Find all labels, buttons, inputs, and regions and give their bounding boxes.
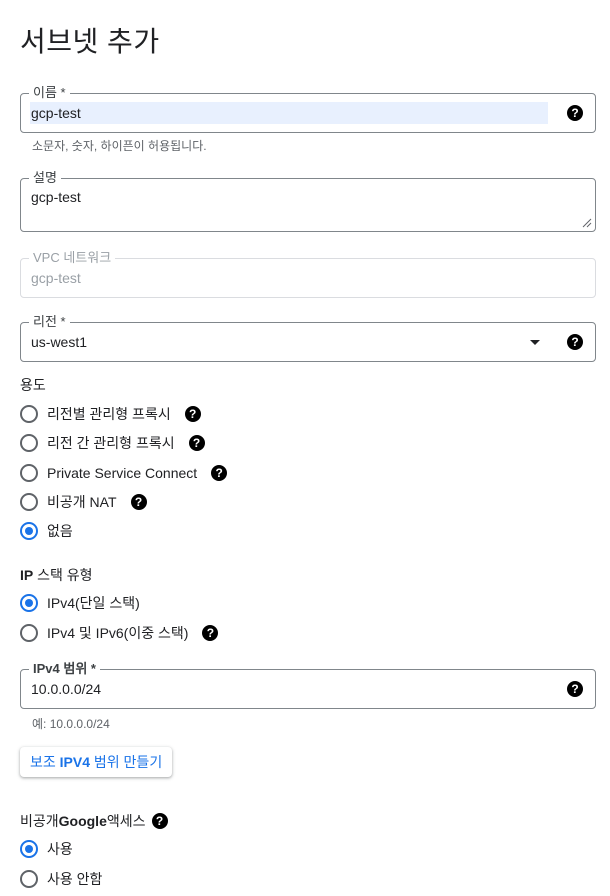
radio-button[interactable] <box>20 464 38 482</box>
ip-stack-label-prefix: IP <box>20 567 34 583</box>
vpc-network-label: VPC 네트워크 <box>29 250 116 266</box>
ip-stack-label-suffix: 스택 유형 <box>33 567 93 583</box>
description-field-label: 설명 <box>29 170 61 186</box>
radio-button[interactable] <box>20 493 38 511</box>
pga-label-bold: Google <box>58 813 107 829</box>
region-select[interactable]: 리전 * us-west1 ? <box>20 314 596 362</box>
purpose-label: 용도 <box>20 377 46 393</box>
add-secondary-label-prefix: 보조 <box>30 754 60 770</box>
pga-option-off[interactable]: 사용 안함 <box>20 868 102 890</box>
ipv4-range-hint: 예: 10.0.0.0/24 <box>32 717 110 731</box>
ip-stack-option-ipv4[interactable]: IPv4(단일 스택) <box>20 592 140 614</box>
radio-label: IPv4(단일 스택) <box>47 595 140 611</box>
name-field[interactable]: 이름 * gcp-test ? <box>20 85 596 133</box>
purpose-option-private-nat[interactable]: 비공개 NAT ? <box>20 491 147 513</box>
radio-button[interactable] <box>20 434 38 452</box>
radio-label: 비공개 NAT <box>47 494 117 510</box>
help-circle-icon[interactable]: ? <box>567 681 583 697</box>
page-title: 서브넷 추가 <box>20 26 160 57</box>
purpose-option-regional-proxy[interactable]: 리전별 관리형 프록시 ? <box>20 403 201 425</box>
radio-label: 사용 안함 <box>47 871 103 887</box>
purpose-option-psc[interactable]: Private Service Connect ? <box>20 462 228 484</box>
help-circle-icon[interactable]: ? <box>211 465 228 481</box>
vpc-network-field: VPC 네트워크 gcp-test <box>20 250 596 298</box>
radio-label: 없음 <box>47 523 73 539</box>
ipv4-range-label: IPv4 범위 * <box>29 661 100 677</box>
purpose-option-none[interactable]: 없음 <box>20 520 73 542</box>
resize-handle-icon[interactable] <box>582 218 592 228</box>
help-circle-icon[interactable]: ? <box>130 494 147 510</box>
help-circle-icon[interactable]: ? <box>567 334 583 350</box>
help-circle-icon[interactable]: ? <box>202 625 219 641</box>
arrow-drop-down-icon[interactable] <box>530 340 540 345</box>
radio-label: 리전별 관리형 프록시 <box>47 406 171 422</box>
purpose-option-cross-region-proxy[interactable]: 리전 간 관리형 프록시 ? <box>20 432 205 454</box>
pga-option-on[interactable]: 사용 <box>20 838 73 860</box>
ipv4-range-field[interactable]: IPv4 범위 * 10.0.0.0/24 ? <box>20 661 596 709</box>
radio-label: 리전 간 관리형 프록시 <box>47 435 175 451</box>
add-secondary-ipv4-range-button[interactable]: 보조 IPV4 범위 만들기 <box>20 747 173 777</box>
radio-label: 사용 <box>47 841 73 857</box>
add-secondary-label-suffix: 범위 만들기 <box>90 754 163 770</box>
pga-label-suffix: 액세스 <box>106 813 146 829</box>
radio-button-selected[interactable] <box>20 840 38 858</box>
ip-stack-type-label: IP 스택 유형 <box>20 565 93 585</box>
radio-button[interactable] <box>20 624 38 642</box>
help-circle-icon[interactable]: ? <box>151 813 168 829</box>
private-google-access-label: 비공개 Google 액세스 ? <box>20 811 168 831</box>
vpc-network-value: gcp-test <box>31 270 81 286</box>
region-value: us-west1 <box>31 334 88 350</box>
radio-button[interactable] <box>20 405 38 423</box>
region-label: 리전 * <box>29 314 70 330</box>
name-input[interactable]: gcp-test <box>31 104 81 122</box>
description-input[interactable]: gcp-test <box>31 188 81 206</box>
pga-label-prefix: 비공개 <box>20 813 59 829</box>
name-selection-highlight <box>30 102 548 124</box>
help-circle-icon[interactable]: ? <box>188 435 205 451</box>
radio-button-selected[interactable] <box>20 522 38 540</box>
add-secondary-label-bold: IPV4 <box>59 754 91 770</box>
name-field-label: 이름 * <box>29 85 70 101</box>
ipv4-range-input[interactable]: 10.0.0.0/24 <box>31 680 101 698</box>
radio-button-selected[interactable] <box>20 594 38 612</box>
radio-label: IPv4 및 IPv6(이중 스택) <box>47 625 189 641</box>
help-circle-icon[interactable]: ? <box>184 406 201 422</box>
description-field[interactable]: 설명 gcp-test <box>20 170 596 232</box>
name-hint: 소문자, 숫자, 하이픈이 허용됩니다. <box>32 139 207 153</box>
help-circle-icon[interactable]: ? <box>567 105 583 121</box>
ip-stack-option-dual[interactable]: IPv4 및 IPv6(이중 스택) ? <box>20 622 219 644</box>
radio-label: Private Service Connect <box>47 465 198 481</box>
radio-button[interactable] <box>20 870 38 888</box>
